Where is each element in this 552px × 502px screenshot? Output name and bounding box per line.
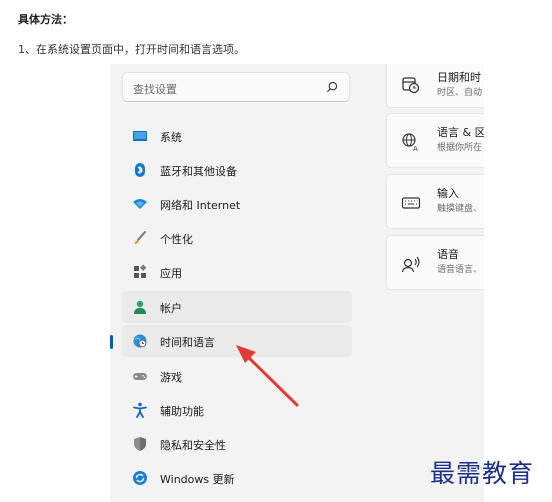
sidebar-item-label: 个性化: [160, 233, 193, 246]
wifi-icon: [133, 199, 147, 209]
search-input[interactable]: 查找设置: [122, 72, 350, 102]
sidebar-item-network[interactable]: 网络和 Internet: [122, 188, 352, 220]
sidebar-item-system[interactable]: 系统: [122, 120, 352, 152]
card-subtitle: 触摸键盘、: [437, 204, 483, 214]
apps-icon: [134, 264, 147, 278]
sidebar-item-label: 蓝牙和其他设备: [160, 165, 237, 178]
calendar-clock-icon: [402, 77, 420, 94]
card-title: 输入: [437, 187, 459, 200]
sidebar-item-privacy[interactable]: 隐私和安全性: [122, 428, 352, 460]
card-date-time[interactable]: 日期和时 时区、自动: [386, 64, 484, 108]
sidebar-item-windows-update[interactable]: Windows 更新: [122, 462, 352, 494]
sidebar-item-label: 辅助功能: [160, 405, 204, 418]
globe-clock-icon: [133, 334, 147, 348]
sidebar-item-accounts[interactable]: 帐户: [122, 291, 352, 323]
gamepad-icon: [133, 373, 147, 380]
card-title: 语言 & 区: [437, 126, 484, 139]
sidebar-item-label: 游戏: [160, 371, 182, 384]
sidebar-item-label: 时间和语言: [160, 336, 215, 349]
sidebar-item-personalization[interactable]: 个性化: [122, 222, 352, 254]
card-typing[interactable]: 输入 触摸键盘、: [386, 174, 484, 229]
card-subtitle: 时区、自动: [437, 88, 483, 98]
watermark-logo: 最需教育: [430, 459, 535, 488]
sidebar-item-label: Windows 更新: [160, 473, 235, 486]
account-icon: [134, 300, 146, 314]
shield-icon: [134, 437, 146, 451]
sidebar-item-label: 隐私和安全性: [160, 439, 226, 452]
selected-indicator: [110, 335, 113, 349]
sidebar-item-time-language[interactable]: 时间和语言: [122, 325, 352, 357]
card-title: 日期和时: [437, 71, 481, 84]
sidebar-item-accessibility[interactable]: 辅助功能: [122, 394, 352, 426]
sidebar-item-label: 系统: [160, 131, 182, 144]
settings-screenshot: 查找设置 系统 蓝牙和其他设备 网络和 Internet 个性化 应用 帐户 时…: [110, 64, 484, 502]
svg-text:A: A: [413, 145, 418, 152]
article-heading: 具体方法：: [18, 13, 73, 26]
brush-icon: [134, 231, 146, 244]
speech-icon: [401, 256, 420, 273]
keyboard-icon: [401, 197, 421, 209]
card-language-region[interactable]: A 语言 & 区 根据你所在: [386, 113, 484, 168]
article-step-1: 1、在系统设置页面中，打开时间和语言选项。: [18, 43, 245, 56]
sidebar-item-apps[interactable]: 应用: [122, 256, 352, 288]
bluetooth-icon: [135, 163, 145, 177]
card-subtitle: 根据你所在: [437, 143, 483, 153]
display-icon: [133, 131, 147, 141]
windows-update-icon: [133, 471, 147, 485]
search-icon: [327, 81, 338, 92]
card-subtitle: 语音语言、: [437, 265, 483, 275]
sidebar-item-label: 网络和 Internet: [160, 199, 241, 212]
sidebar-item-bluetooth[interactable]: 蓝牙和其他设备: [122, 154, 352, 186]
card-speech[interactable]: 语音 语音语言、: [386, 235, 484, 290]
sidebar-item-label: 帐户: [160, 302, 182, 315]
sidebar-item-label: 应用: [160, 267, 182, 280]
search-placeholder: 查找设置: [133, 83, 177, 96]
accessibility-icon: [133, 402, 147, 418]
language-icon: A: [402, 133, 418, 152]
sidebar-item-gaming[interactable]: 游戏: [122, 360, 352, 392]
card-title: 语音: [437, 248, 459, 261]
